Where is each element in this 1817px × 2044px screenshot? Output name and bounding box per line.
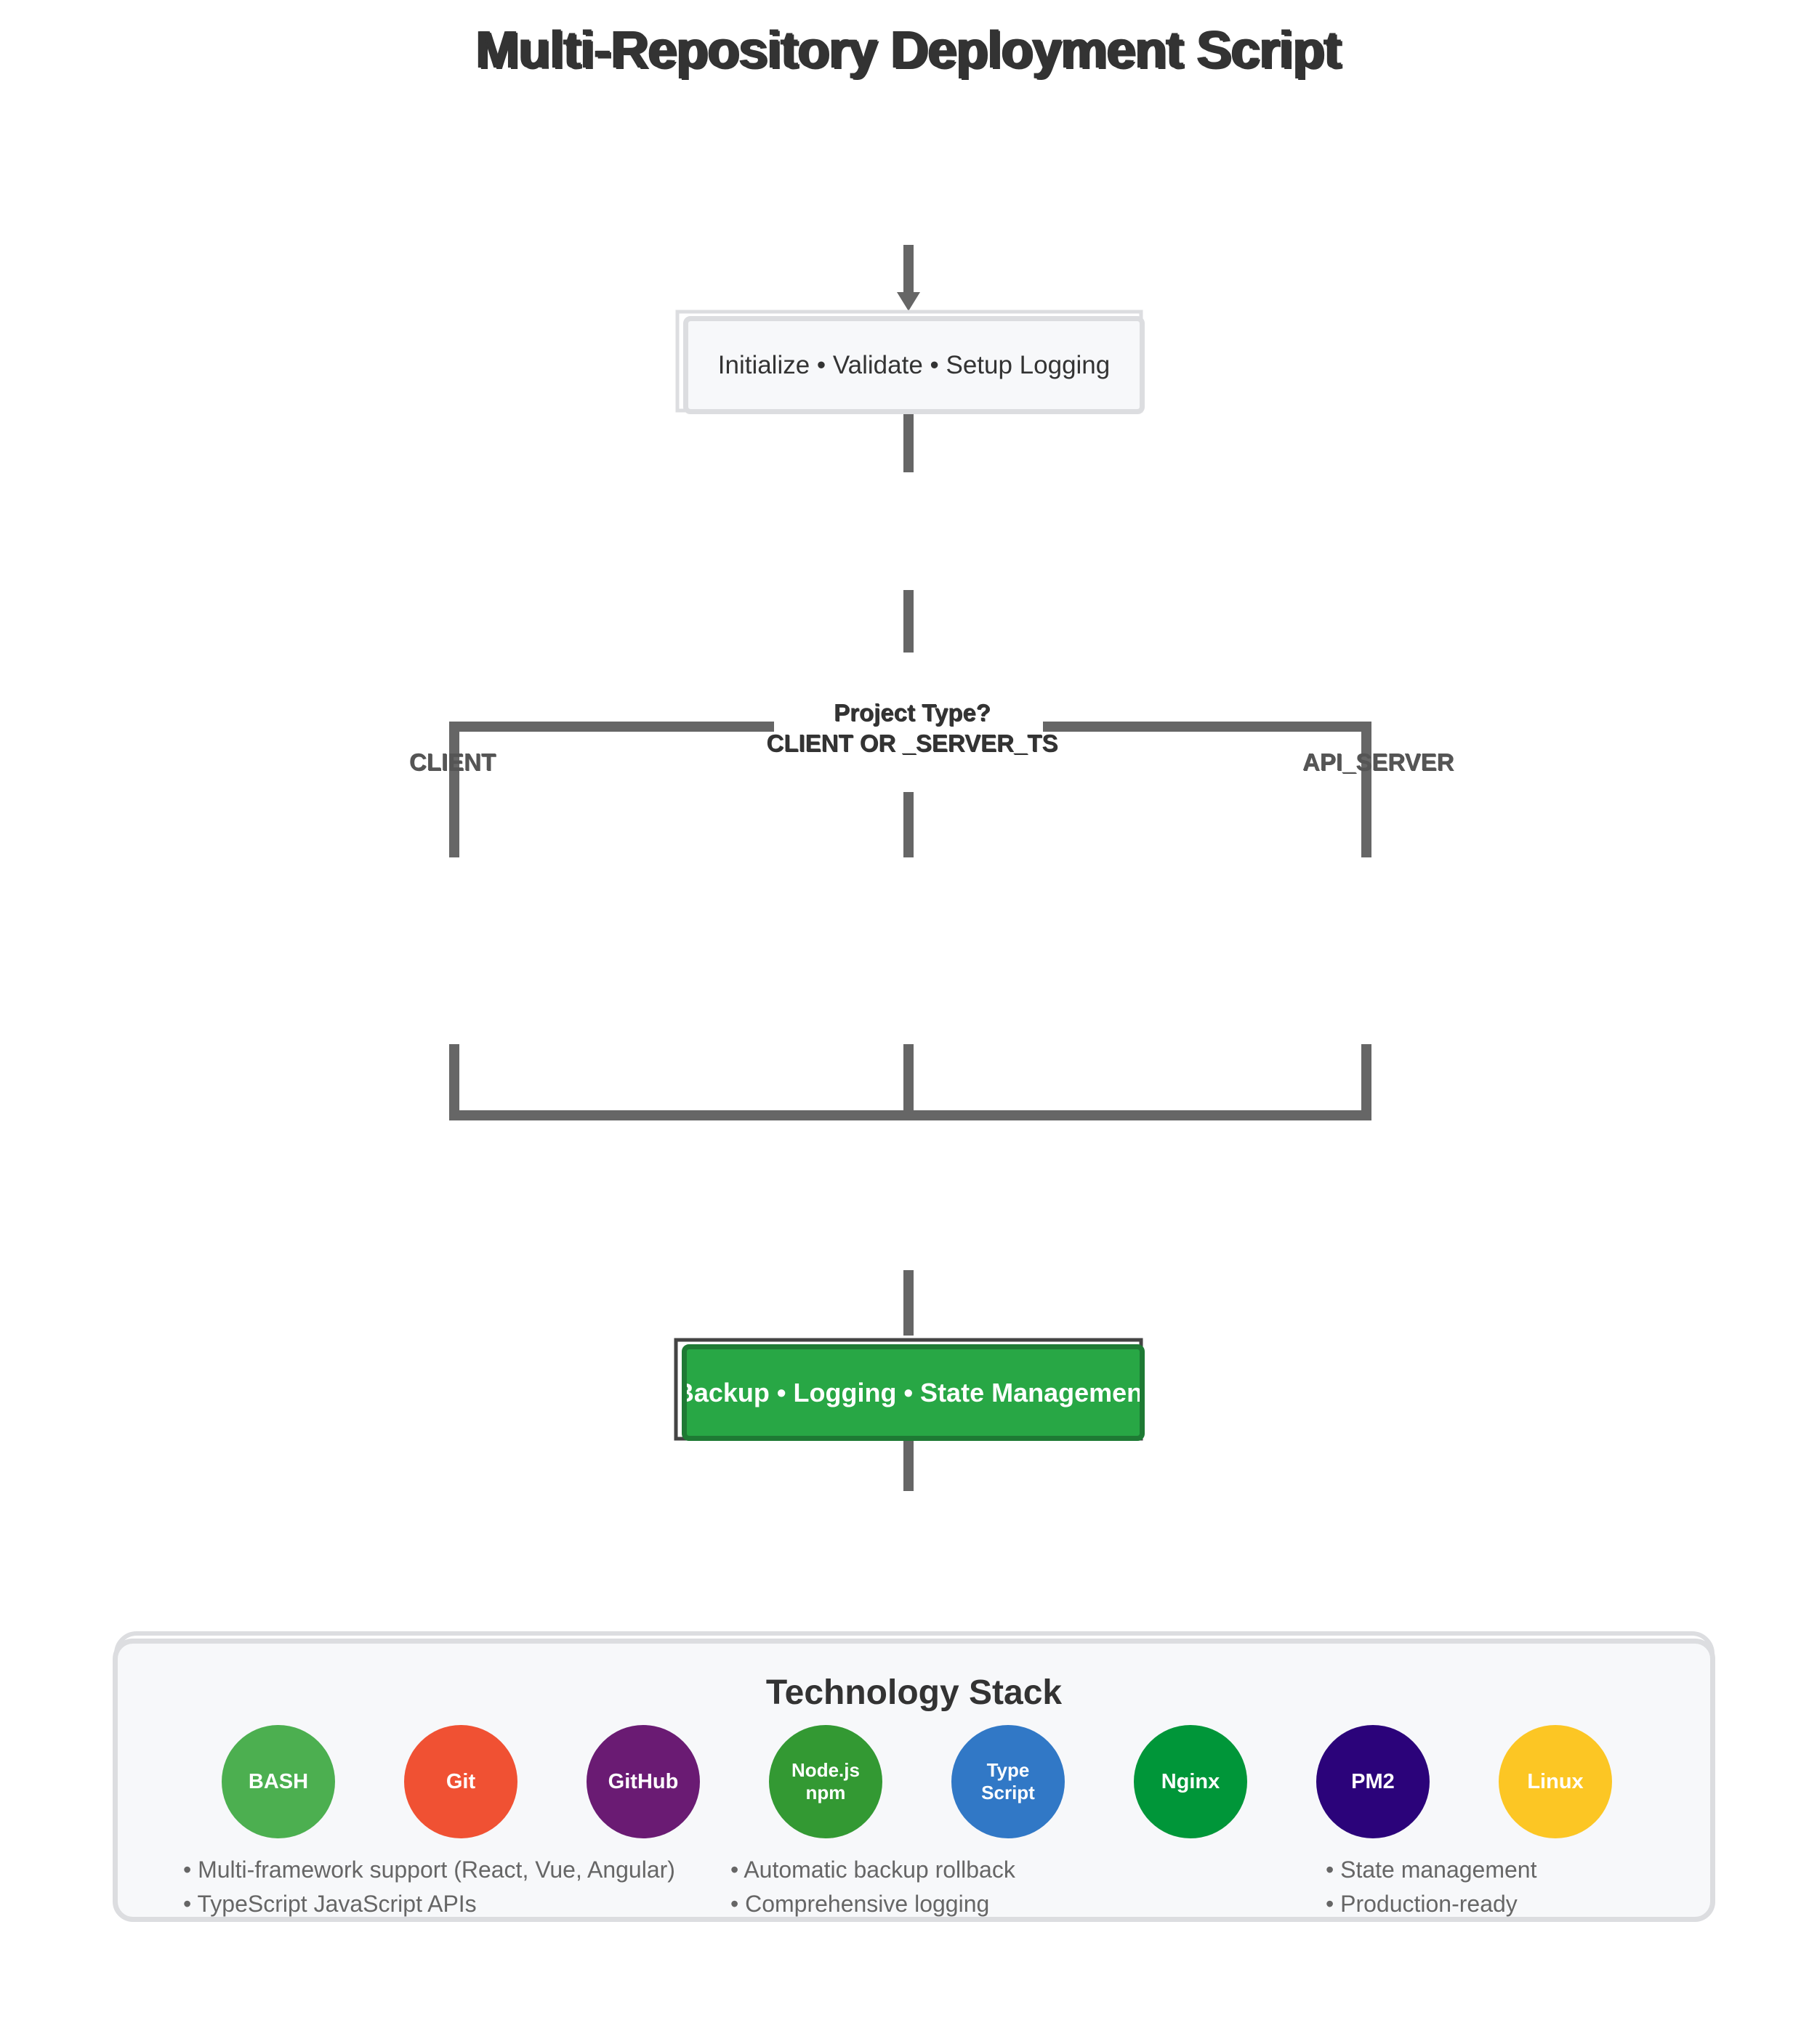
tech-badge-label: Linux	[1527, 1769, 1584, 1793]
decision-line-2: CLIENT OR _SERVER_TS	[766, 730, 1058, 756]
feature-item: • Multi-framework support (React, Vue, A…	[183, 1857, 675, 1883]
feature-item: • State management	[1326, 1857, 1537, 1883]
tech-badge-bash: BASH	[222, 1725, 335, 1838]
tech-badge-label: Git	[446, 1769, 476, 1793]
tech-badge-git: Git	[404, 1725, 517, 1838]
result-step: Backup • Logging • State Management	[682, 1344, 1145, 1441]
decision-line-1: Project Type?	[834, 699, 991, 726]
features-left: • Multi-framework support (React, Vue, A…	[183, 1853, 675, 1921]
decision-project-type: Project Type? CLIENT OR _SERVER_TS	[752, 698, 1072, 759]
tech-badge-nginx: Nginx	[1134, 1725, 1247, 1838]
branch-label-right: API_SERVER	[1302, 748, 1454, 775]
tech-stack-title: Technology Stack	[765, 1673, 1063, 1712]
tech-badge-label: BASH	[248, 1769, 309, 1793]
features-mid: • Automatic backup rollback • Comprehens…	[730, 1853, 1015, 1921]
tech-badge-label: PM2	[1351, 1769, 1395, 1793]
feature-item: • Production-ready	[1326, 1891, 1518, 1917]
tech-badge-nodejs: Node.js npm	[769, 1725, 882, 1838]
tech-badge-pm2: PM2	[1316, 1725, 1430, 1838]
result-step-label: Backup • Logging • State Management	[682, 1377, 1145, 1407]
feature-item: • Automatic backup rollback	[730, 1857, 1015, 1883]
init-step: Initialize • Validate • Setup Logging	[683, 316, 1145, 414]
init-step-label: Initialize • Validate • Setup Logging	[717, 350, 1111, 379]
tech-badge-typescript: Type Script	[951, 1725, 1065, 1838]
feature-item: • Comprehensive logging	[730, 1891, 990, 1917]
features-right: • State management • Production-ready	[1326, 1853, 1536, 1921]
feature-item: • TypeScript JavaScript APIs	[183, 1891, 477, 1917]
tech-badge-github: GitHub	[587, 1725, 700, 1838]
branch-label-left: CLIENT	[409, 748, 496, 775]
connector-branch-left-top	[449, 722, 774, 857]
tech-badge-label: Nginx	[1161, 1769, 1220, 1793]
connector-branch-right-top	[1043, 722, 1371, 857]
arrowhead-start	[897, 292, 920, 311]
tech-stack-panel: Technology Stack BASH Git GitHub Node.js…	[113, 1639, 1715, 1922]
tech-badge-label: Node.js npm	[791, 1759, 860, 1803]
tech-badge-label: GitHub	[608, 1769, 679, 1793]
tech-badge-label: Type Script	[981, 1759, 1035, 1803]
tech-badge-linux: Linux	[1499, 1725, 1612, 1838]
